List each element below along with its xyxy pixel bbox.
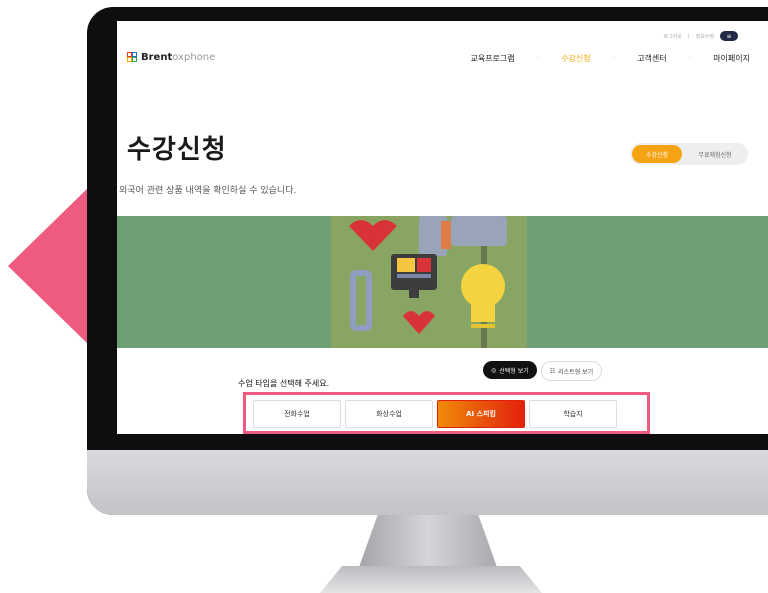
course-type-highlight: 전화수업 화상수업 AI 스피킹 학습지 [243, 392, 650, 434]
monitor-chin [87, 450, 768, 515]
view-toggle: ◎ 선택형 보기 ☷ 리스트형 보기 [483, 361, 603, 381]
list-icon: ☷ [549, 367, 556, 375]
course-type-tabs: 전화수업 화상수업 AI 스피킹 학습지 [253, 400, 617, 428]
utility-bar: 로그아웃 | 정보수정 ≡ [664, 31, 738, 41]
tab-study-sheet[interactable]: 학습지 [529, 400, 617, 428]
banner-illustration [331, 216, 527, 348]
hero-banner [117, 216, 768, 348]
logo-text-bold: Brent [141, 52, 173, 63]
view-list-button[interactable]: ☷ 리스트형 보기 [540, 361, 603, 381]
monitor-stand [358, 515, 498, 570]
lightbulb-icon [461, 264, 505, 308]
page-title: 수강신청 [127, 135, 227, 165]
main-nav: 교육프로그램 · 수강신청 · 고객센터 · 마이페이지 [470, 53, 750, 64]
monitor-base [320, 566, 542, 593]
logo-text-light: oxphone [172, 52, 216, 63]
logo-mark-icon [127, 52, 138, 63]
logout-link[interactable]: 로그아웃 [664, 33, 682, 40]
page-subtitle: 외국어 관련 상품 내역을 확인하실 수 있습니다. [119, 186, 297, 196]
toggle-trial-button[interactable]: 무료체험신청 [682, 150, 748, 159]
tab-video-class[interactable]: 화상수업 [345, 400, 433, 428]
monitor-frame: 로그아웃 | 정보수정 ≡ Brent oxphone 교육프로그램 · 수강신청… [87, 7, 768, 515]
nav-item-enrollment[interactable]: 수강신청 [561, 53, 590, 64]
tab-phone-class[interactable]: 전화수업 [253, 400, 341, 428]
check-circle-icon: ◎ [491, 366, 497, 374]
toggle-enroll-button[interactable]: 수강신청 [632, 145, 682, 163]
site-logo[interactable]: Brent oxphone [127, 52, 215, 63]
nav-item-education[interactable]: 교육프로그램 [470, 53, 514, 64]
pointer-arrow-shape [8, 186, 90, 346]
tab-ai-speaking[interactable]: AI 스피킹 [437, 400, 525, 428]
nav-item-mypage[interactable]: 마이페이지 [713, 53, 750, 64]
enroll-type-toggle: 수강신청 무료체험신청 [630, 143, 748, 165]
browser-screen: 로그아웃 | 정보수정 ≡ Brent oxphone 교육프로그램 · 수강신청… [117, 21, 768, 434]
nav-item-support[interactable]: 고객센터 [637, 53, 666, 64]
course-type-prompt: 수업 타입을 선택해 주세요. [238, 379, 330, 388]
edit-profile-link[interactable]: 정보수정 [696, 33, 714, 40]
view-select-button[interactable]: ◎ 선택형 보기 [483, 361, 537, 379]
hamburger-icon[interactable]: ≡ [720, 31, 738, 41]
